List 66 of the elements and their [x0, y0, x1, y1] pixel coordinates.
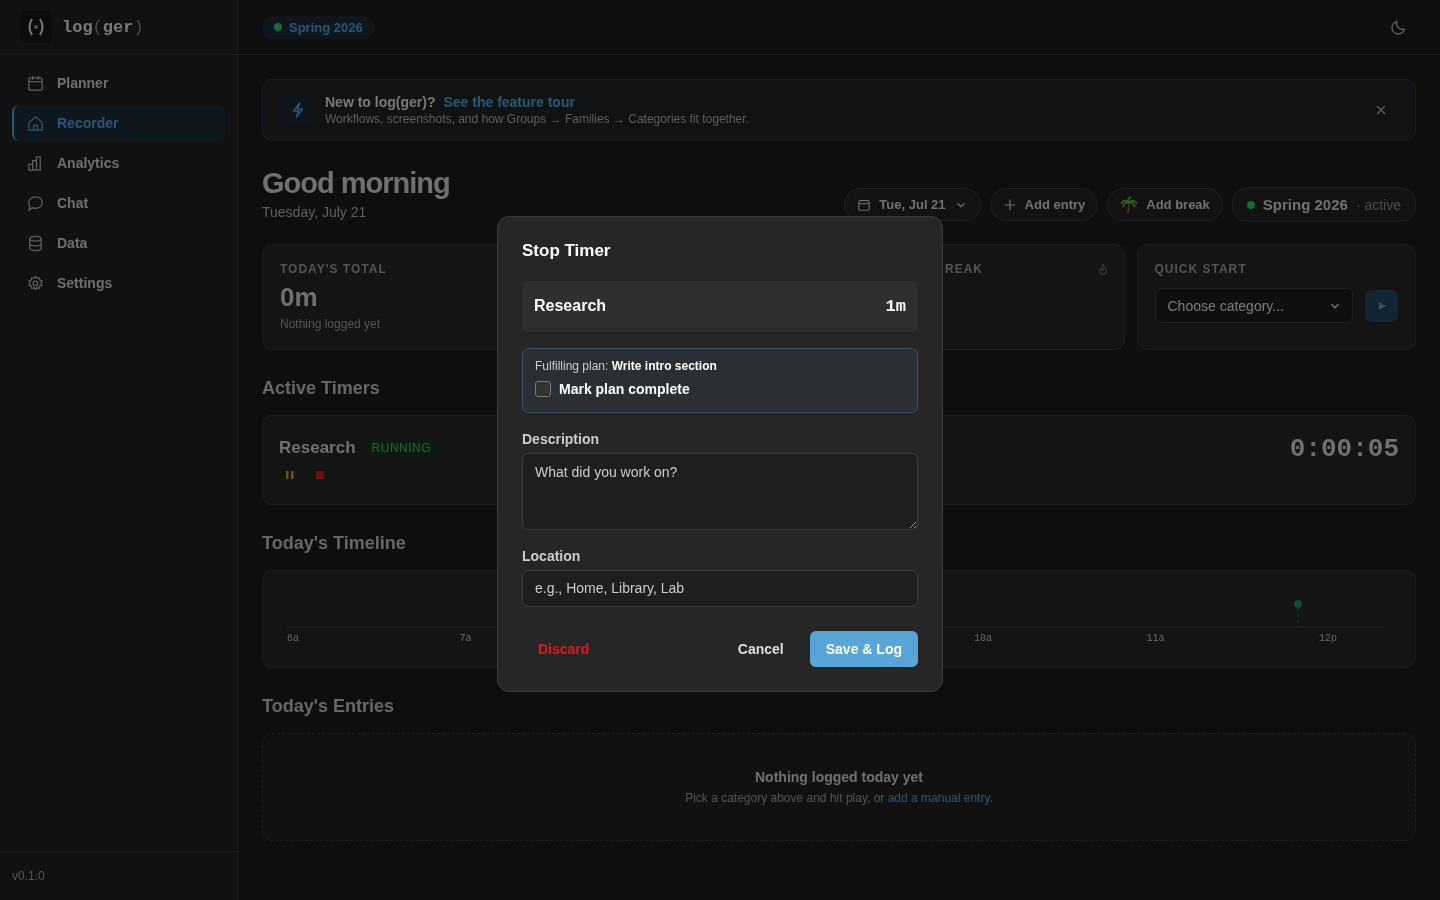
stat-label: TODAY'S TOTAL [280, 262, 388, 276]
flame-icon [1097, 262, 1108, 276]
stop-icon[interactable] [315, 470, 325, 480]
timer-name: Research [279, 438, 356, 458]
nav-item[interactable]: Analytics [12, 145, 225, 181]
play-button[interactable] [1365, 289, 1398, 322]
nav-item[interactable]: Settings [12, 265, 225, 301]
nav-item[interactable]: Recorder [12, 105, 225, 141]
add-break-button[interactable]: Add break [1107, 188, 1223, 221]
version-label: v0.1.0 [12, 869, 45, 883]
calendar-icon [26, 73, 45, 93]
discard-button[interactable]: Discard [522, 631, 606, 667]
time-marker [1294, 600, 1302, 628]
season-badge[interactable]: Spring 2026 [262, 15, 375, 39]
status-badge: RUNNING [365, 439, 438, 457]
description-field[interactable]: What did you work on? [522, 452, 918, 530]
chat-bubble-icon [26, 193, 45, 213]
category-name: Research [534, 297, 607, 316]
hour-tick-label: 6a [287, 633, 299, 644]
duration-text: 1m [885, 296, 906, 316]
play-icon [1376, 300, 1387, 311]
plan-text: Fulfilling plan: Write intro section [535, 358, 718, 373]
hour-tick-label: 12p [1319, 633, 1337, 644]
quick-start-label: QUICK START [1154, 262, 1248, 276]
banner-title: New to log(ger)? [325, 94, 436, 110]
stat-note: Nothing logged yet [280, 317, 382, 331]
field-label: Description [522, 430, 600, 447]
pause-icon[interactable] [285, 470, 295, 480]
moon-icon[interactable] [1390, 18, 1408, 36]
section-heading: Active Timers [262, 378, 380, 399]
feature-tour-link[interactable]: See the feature tour [443, 94, 575, 110]
close-icon[interactable] [1375, 104, 1387, 116]
manual-entry-link[interactable]: add a manual entry [887, 791, 990, 805]
database-icon [26, 233, 45, 253]
lightning-icon [283, 95, 313, 125]
greeting-heading: Good morning [262, 167, 450, 200]
palm-tree-icon [1120, 195, 1139, 214]
section-heading: Today's Timeline [262, 533, 406, 554]
cancel-button[interactable]: Cancel [721, 631, 800, 667]
hour-tick-label: 10a [974, 633, 992, 644]
hour-tick-label: 7a [459, 633, 472, 644]
calendar-icon [857, 197, 872, 212]
dialog-title: Stop Timer [522, 241, 612, 261]
settings-icon [26, 273, 45, 293]
nav-item[interactable]: Planner [12, 65, 225, 101]
plus-icon [1002, 197, 1017, 212]
section-heading: Today's Entries [262, 696, 394, 717]
add-entry-button[interactable]: Add entry [989, 188, 1099, 221]
hour-tick-label: 11a [1146, 633, 1165, 644]
app-name: log(ger) [62, 17, 144, 37]
nav-item[interactable]: Data [12, 225, 225, 261]
save-button[interactable]: Save & Log [809, 631, 918, 667]
location-field[interactable]: e.g., Home, Library, Lab [522, 569, 918, 607]
nav-item[interactable]: Chat [12, 185, 225, 221]
mark-complete-checkbox[interactable]: Mark plan complete [535, 380, 905, 397]
banner-text: Workflows, screenshots, and how Groups → Families → Categories fit together. [325, 112, 750, 126]
stat-label: REAK [945, 262, 983, 276]
field-label: Location [522, 547, 582, 564]
elapsed-time: 0:00:05 [1289, 434, 1399, 464]
category-select[interactable]: Choose category... [1154, 288, 1353, 323]
home-icon [26, 113, 45, 133]
season-selector-button[interactable]: Spring 2026 · active [1231, 187, 1416, 222]
empty-state-text: Pick a category above and hit play, or add a manual entry. [685, 791, 993, 805]
empty-state-title: Nothing logged today yet [755, 769, 923, 785]
stat-value: 0m [280, 282, 319, 313]
date-text: Tuesday, July 21 [262, 204, 368, 220]
